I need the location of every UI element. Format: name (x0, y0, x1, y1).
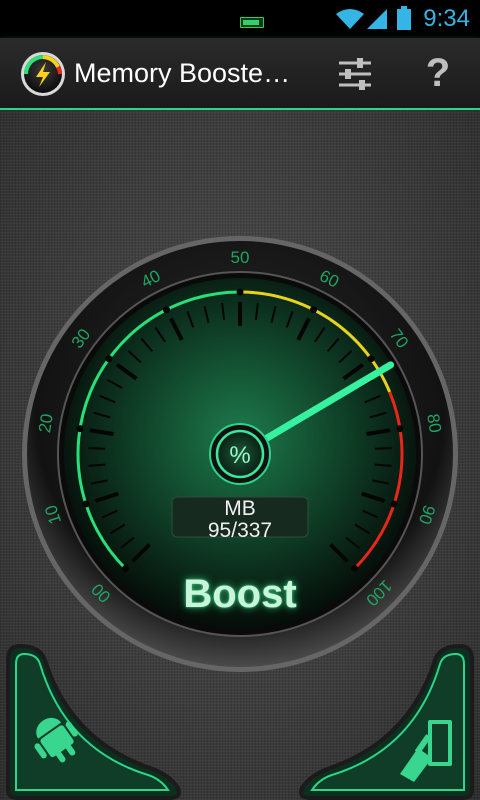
battery-icon (397, 6, 411, 30)
clean-corner-button[interactable] (290, 640, 480, 800)
gauge-tick-dot (310, 306, 318, 314)
lightning-icon[interactable] (20, 51, 66, 97)
help-icon[interactable]: ? (418, 50, 458, 96)
app-title: Memory Booste… (74, 58, 291, 88)
signal-icon (367, 9, 387, 29)
gauge-tick-dot (351, 565, 359, 573)
gauge-tick-dot (236, 288, 244, 296)
gauge-tick (88, 463, 106, 467)
android-corner-button[interactable] (0, 640, 190, 800)
scale-label-20: 20 (35, 412, 57, 434)
gauge-tick-dot (390, 500, 398, 508)
unit-label: MB (224, 497, 256, 520)
gauge-tick (374, 447, 392, 450)
scale-label-50: 50 (231, 248, 250, 267)
memory-value: 95/337 (207, 519, 273, 542)
wifi-icon (336, 9, 364, 29)
gauge-tick-dot (162, 306, 170, 314)
gauge-tick-dot (367, 355, 375, 363)
scale-label-80: 80 (423, 412, 445, 434)
app-bar: Memory Booste… ? (0, 38, 480, 110)
status-time: 9:34 (423, 5, 470, 32)
boost-button[interactable]: Boost (150, 570, 330, 620)
gauge-tick-dot (121, 565, 129, 573)
gauge-tick-dot (396, 425, 404, 433)
gauge-tick-dot (105, 355, 113, 363)
percent-symbol: % (229, 442, 250, 469)
status-bar: 9:34 (0, 0, 480, 38)
gauge-tick-dot (76, 425, 84, 433)
memory-gauge: 00102030405060708090100 % (22, 236, 458, 672)
sliders-icon[interactable] (333, 52, 377, 96)
gauge-tick (374, 463, 392, 467)
gauge-tick (88, 447, 106, 450)
battery-saver-icon (240, 17, 264, 28)
gauge-tick-dot (82, 500, 90, 508)
